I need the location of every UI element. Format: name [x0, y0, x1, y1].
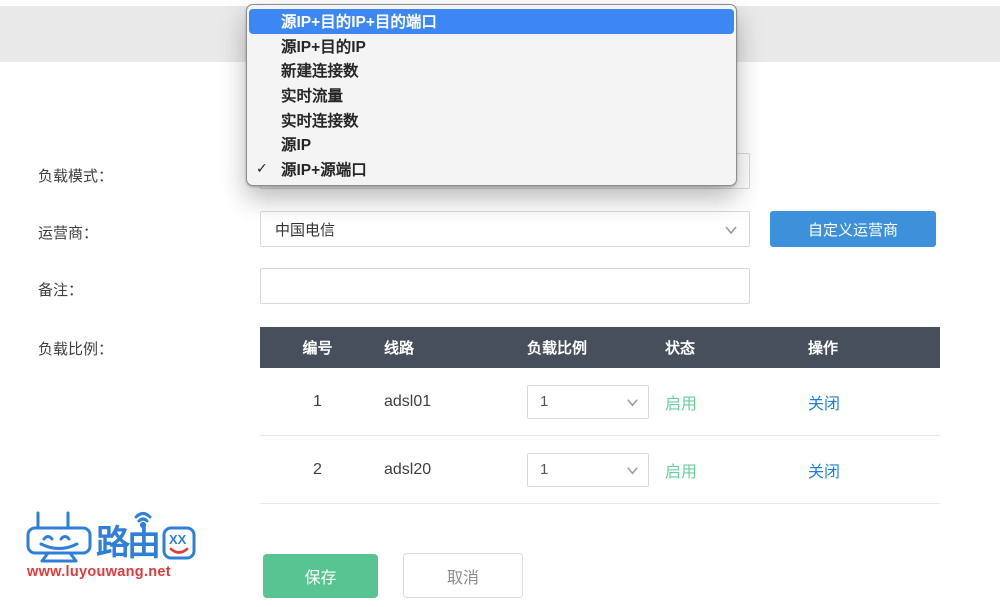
carrier-select[interactable]: 中国电信: [260, 211, 750, 247]
menu-item-label: 实时流量: [281, 84, 343, 106]
ratio-selected-value: 1: [540, 393, 548, 410]
load-ratio-label: 负载比例：: [38, 338, 113, 359]
menu-item-label: 源IP+目的IP+目的端口: [281, 10, 437, 32]
row-line-name: adsl01: [355, 393, 495, 411]
menu-item-label: 源IP+源端口: [281, 158, 367, 180]
remark-label: 备注：: [38, 279, 83, 300]
cancel-button[interactable]: 取消: [403, 553, 523, 598]
menu-item[interactable]: 实时连接数: [249, 107, 734, 132]
header-number: 编号: [280, 337, 355, 358]
ratio-selected-value: 1: [540, 461, 548, 478]
header-action: 操作: [805, 337, 940, 358]
custom-carrier-button[interactable]: 自定义运营商: [770, 211, 936, 247]
svg-text:路: 路: [96, 524, 131, 562]
close-line-link[interactable]: 关闭: [805, 464, 840, 481]
menu-item-label: 新建连接数: [281, 59, 359, 81]
table-header-row: 编号 线路 负载比例 状态 操作: [260, 327, 940, 368]
table-row: 1 adsl01 1 启用 关闭: [260, 368, 940, 436]
ratio-select[interactable]: 1: [527, 385, 649, 419]
load-mode-dropdown-menu: 源IP+目的IP+目的端口 源IP+目的IP 新建连接数 实时流量 实时连接数 …: [246, 4, 737, 186]
save-button[interactable]: 保存: [263, 554, 378, 598]
checkmark-icon: ✓: [256, 160, 276, 177]
carrier-label: 运营商：: [38, 222, 98, 243]
menu-item[interactable]: ✓ 源IP+源端口: [249, 156, 734, 181]
menu-item[interactable]: 源IP+目的IP: [249, 34, 734, 59]
header-status: 状态: [665, 337, 805, 358]
logo-url[interactable]: www.luyouwang.net: [27, 564, 171, 580]
menu-item-label: 源IP+目的IP: [281, 35, 366, 57]
menu-item[interactable]: 源IP: [249, 132, 734, 157]
status-badge: 启用: [665, 458, 805, 482]
row-number: 2: [280, 461, 355, 479]
menu-item-label: 源IP: [281, 133, 311, 155]
carrier-selected-value: 中国电信: [275, 219, 335, 240]
load-mode-label: 负载模式：: [38, 165, 113, 186]
row-number: 1: [280, 393, 355, 411]
status-badge: 启用: [665, 390, 805, 414]
table-row: 2 adsl20 1 启用 关闭: [260, 436, 940, 504]
remark-input[interactable]: [260, 268, 750, 304]
menu-item-label: 实时连接数: [281, 109, 359, 131]
chevron-down-icon: [625, 395, 640, 414]
header-ratio: 负载比例: [495, 337, 665, 358]
page: 负载模式： 运营商： 中国电信 自定义运营商 备注： 负载比例： 编号 线路 负…: [0, 0, 1000, 607]
header-line: 线路: [355, 337, 495, 358]
load-ratio-table: 编号 线路 负载比例 状态 操作 1 adsl01 1 启用 关闭 2 adsl…: [260, 327, 940, 504]
svg-text:XX: XX: [169, 532, 187, 547]
chevron-down-icon: [625, 463, 640, 482]
router-icon: 路 由 XX: [24, 508, 199, 566]
close-line-link[interactable]: 关闭: [805, 396, 840, 413]
chevron-down-icon: [723, 222, 739, 242]
luyouwang-logo: 路 由 XX: [24, 508, 199, 571]
menu-item[interactable]: 实时流量: [249, 83, 734, 108]
menu-item[interactable]: 源IP+目的IP+目的端口: [249, 9, 734, 34]
ratio-select[interactable]: 1: [527, 453, 649, 487]
row-line-name: adsl20: [355, 461, 495, 479]
svg-text:由: 由: [127, 525, 161, 563]
menu-item[interactable]: 新建连接数: [249, 58, 734, 83]
